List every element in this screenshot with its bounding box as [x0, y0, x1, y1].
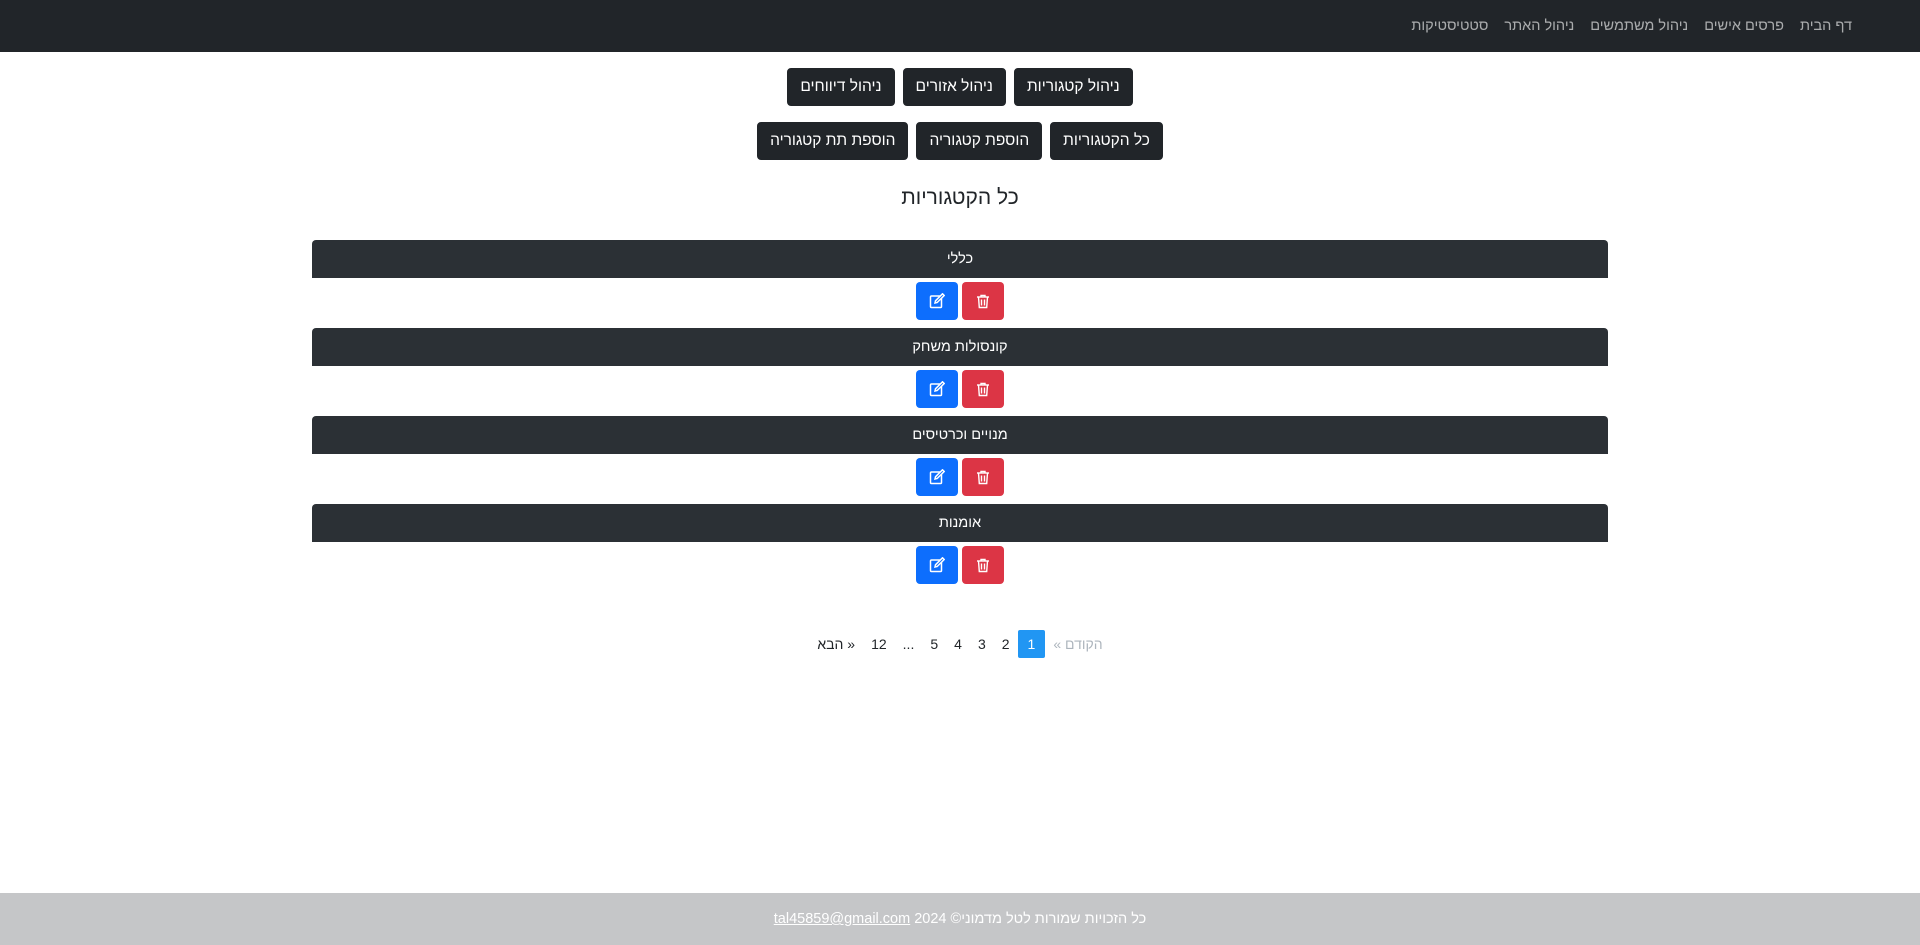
top-navbar: דף הבית פרסים אישים ניהול משתמשים ניהול …: [0, 0, 1920, 52]
admin-buttons-row-1: ניהול קטגוריות ניהול אזורים ניהול דיווחי…: [0, 68, 1920, 106]
category-actions: [312, 454, 1608, 504]
pagination: « הקודם 1 2 3 4 5 ... 12 הבא »: [0, 630, 1920, 658]
edit-icon: [929, 381, 945, 397]
pagination-next[interactable]: הבא »: [809, 630, 863, 658]
nav-link-site-management[interactable]: ניהול האתר: [1496, 18, 1582, 34]
edit-category-button[interactable]: [916, 546, 958, 584]
delete-category-button[interactable]: [962, 370, 1004, 408]
pagination-page[interactable]: 4: [946, 630, 970, 658]
footer: כל הזכויות שמורות לטל מדמוני© 2024 tal45…: [0, 893, 1920, 945]
category-actions: [312, 278, 1608, 328]
nav-link-user-management[interactable]: ניהול משתמשים: [1582, 18, 1696, 34]
manage-reports-button[interactable]: ניהול דיווחים: [787, 68, 895, 106]
edit-icon: [929, 293, 945, 309]
admin-buttons-row-2: כל הקטגוריות הוספת קטגוריה הוספת תת קטגו…: [0, 122, 1920, 160]
category-list: כללי קונסולות משחק מנויים וכרטיסים אומנו…: [312, 240, 1608, 592]
all-categories-button[interactable]: כל הקטגוריות: [1050, 122, 1163, 160]
nav-link-home[interactable]: דף הבית: [1792, 18, 1860, 34]
delete-category-button[interactable]: [962, 458, 1004, 496]
pagination-ellipsis: ...: [902, 636, 915, 652]
nav-link-statistics[interactable]: סטטיסטיקות: [1403, 18, 1496, 34]
edit-category-button[interactable]: [916, 370, 958, 408]
delete-category-button[interactable]: [962, 546, 1004, 584]
nav-link-personal-prizes[interactable]: פרסים אישים: [1696, 18, 1792, 34]
add-category-button[interactable]: הוספת קטגוריה: [916, 122, 1043, 160]
category-name: כללי: [312, 240, 1608, 278]
contact-email-link[interactable]: tal45859@gmail.com: [774, 911, 910, 927]
nav-links: דף הבית פרסים אישים ניהול משתמשים ניהול …: [1403, 0, 1860, 52]
copyright-text: כל הזכויות שמורות לטל מדמוני© 2024: [914, 911, 1147, 927]
delete-category-button[interactable]: [962, 282, 1004, 320]
trash-icon: [977, 382, 989, 397]
category-name: קונסולות משחק: [312, 328, 1608, 366]
pagination-page[interactable]: 2: [994, 630, 1018, 658]
trash-icon: [977, 294, 989, 309]
pagination-page[interactable]: 5: [922, 630, 946, 658]
pagination-page[interactable]: 3: [970, 630, 994, 658]
category-item: מנויים וכרטיסים: [312, 416, 1608, 504]
edit-category-button[interactable]: [916, 458, 958, 496]
add-subcategory-button[interactable]: הוספת תת קטגוריה: [757, 122, 909, 160]
pagination-page-current[interactable]: 1: [1017, 630, 1046, 658]
category-item: כללי: [312, 240, 1608, 328]
trash-icon: [977, 470, 989, 485]
category-item: קונסולות משחק: [312, 328, 1608, 416]
manage-categories-button[interactable]: ניהול קטגוריות: [1013, 68, 1133, 106]
pagination-prev[interactable]: « הקודם: [1045, 630, 1110, 658]
category-name: מנויים וכרטיסים: [312, 416, 1608, 454]
edit-icon: [929, 557, 945, 573]
trash-icon: [977, 558, 989, 573]
manage-regions-button[interactable]: ניהול אזורים: [902, 68, 1006, 106]
category-name: אומנות: [312, 504, 1608, 542]
category-actions: [312, 542, 1608, 592]
edit-icon: [929, 469, 945, 485]
category-item: אומנות: [312, 504, 1608, 592]
pagination-page[interactable]: 12: [863, 630, 895, 658]
category-actions: [312, 366, 1608, 416]
page-title: כל הקטגוריות: [901, 186, 1019, 209]
edit-category-button[interactable]: [916, 282, 958, 320]
